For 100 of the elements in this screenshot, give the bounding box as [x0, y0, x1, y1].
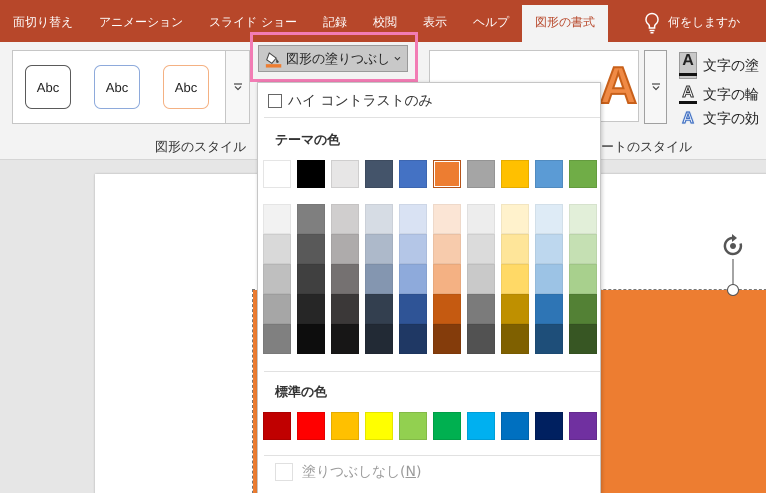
letter-a-icon: A: [679, 52, 697, 79]
ribbon-tab[interactable]: 記録: [310, 5, 360, 42]
color-swatch[interactable]: [501, 160, 529, 188]
color-swatch[interactable]: [399, 324, 427, 354]
color-swatch[interactable]: [501, 412, 529, 440]
color-swatch[interactable]: [365, 204, 393, 234]
color-swatch[interactable]: [365, 234, 393, 264]
color-swatch[interactable]: [297, 204, 325, 234]
color-swatch[interactable]: [433, 160, 461, 188]
color-swatch[interactable]: [331, 234, 359, 264]
lightbulb-icon: [644, 12, 660, 34]
color-swatch[interactable]: [263, 294, 291, 324]
color-swatch[interactable]: [263, 324, 291, 354]
color-swatch[interactable]: [569, 234, 597, 264]
color-swatch[interactable]: [501, 204, 529, 234]
color-swatch[interactable]: [365, 264, 393, 294]
color-swatch[interactable]: [535, 234, 563, 264]
caret-icon: [394, 56, 401, 61]
color-swatch[interactable]: [365, 324, 393, 354]
color-swatch[interactable]: [331, 412, 359, 440]
color-swatch[interactable]: [467, 204, 495, 234]
color-swatch[interactable]: [501, 234, 529, 264]
group-label: 図形のスタイル: [154, 139, 247, 156]
color-swatch[interactable]: [467, 234, 495, 264]
high-contrast-checkbox[interactable]: ハイ コントラストのみ: [268, 91, 600, 111]
section-heading: 標準の色: [275, 384, 328, 401]
text-outline-button[interactable]: A 文字の輪: [679, 85, 759, 104]
tell-me-button[interactable]: 何をしますか: [638, 5, 746, 42]
color-swatch[interactable]: [569, 294, 597, 324]
color-swatch[interactable]: [297, 294, 325, 324]
shape-fill-button[interactable]: 図形の塗りつぶし: [258, 45, 408, 72]
color-swatch[interactable]: [467, 294, 495, 324]
color-swatch[interactable]: [263, 204, 291, 234]
color-swatch[interactable]: [535, 204, 563, 234]
color-swatch[interactable]: [365, 412, 393, 440]
color-swatch[interactable]: [467, 412, 495, 440]
color-swatch[interactable]: [569, 324, 597, 354]
color-swatch[interactable]: [331, 294, 359, 324]
ribbon-tab[interactable]: ヘルプ: [460, 5, 522, 42]
color-swatch[interactable]: [365, 294, 393, 324]
color-swatch[interactable]: [263, 234, 291, 264]
ribbon-tab[interactable]: 面切り替え: [0, 5, 86, 42]
ribbon-tab[interactable]: 図形の書式: [522, 5, 608, 42]
section-heading: テーマの色: [275, 132, 341, 149]
color-swatch[interactable]: [569, 204, 597, 234]
ribbon-tab[interactable]: 表示: [410, 5, 460, 42]
color-swatch[interactable]: [297, 264, 325, 294]
color-swatch[interactable]: [467, 160, 495, 188]
color-swatch[interactable]: [433, 324, 461, 354]
color-swatch[interactable]: [399, 234, 427, 264]
color-swatch[interactable]: [433, 234, 461, 264]
color-swatch[interactable]: [365, 160, 393, 188]
color-swatch[interactable]: [263, 264, 291, 294]
color-swatch[interactable]: [263, 160, 291, 188]
color-swatch[interactable]: [501, 324, 529, 354]
color-swatch[interactable]: [297, 160, 325, 188]
rotation-handle[interactable]: [721, 234, 745, 285]
color-swatch[interactable]: [569, 412, 597, 440]
more-icon: [650, 83, 660, 91]
letter-a-icon: A: [679, 111, 697, 127]
shape-style-swatch[interactable]: Abc: [94, 65, 140, 109]
color-swatch[interactable]: [399, 412, 427, 440]
color-swatch[interactable]: [535, 160, 563, 188]
color-swatch[interactable]: [501, 264, 529, 294]
color-swatch[interactable]: [433, 204, 461, 234]
color-swatch[interactable]: [331, 264, 359, 294]
color-swatch[interactable]: [331, 204, 359, 234]
color-swatch[interactable]: [535, 324, 563, 354]
color-swatch[interactable]: [399, 204, 427, 234]
color-swatch[interactable]: [399, 264, 427, 294]
checkbox-icon: [275, 463, 293, 481]
resize-handle[interactable]: [727, 284, 739, 296]
color-swatch[interactable]: [433, 412, 461, 440]
color-swatch[interactable]: [535, 264, 563, 294]
gallery-more-button[interactable]: [225, 51, 249, 123]
color-swatch[interactable]: [467, 324, 495, 354]
ribbon-tab[interactable]: アニメーション: [86, 5, 196, 42]
color-swatch[interactable]: [297, 324, 325, 354]
text-effects-button[interactable]: A 文字の効: [679, 110, 759, 128]
color-swatch[interactable]: [297, 412, 325, 440]
color-swatch[interactable]: [331, 324, 359, 354]
color-swatch[interactable]: [569, 160, 597, 188]
color-swatch[interactable]: [399, 294, 427, 324]
color-swatch[interactable]: [569, 264, 597, 294]
shape-style-swatch[interactable]: Abc: [163, 65, 209, 109]
color-swatch[interactable]: [399, 160, 427, 188]
text-fill-button[interactable]: A 文字の塗: [679, 52, 759, 79]
color-swatch[interactable]: [433, 294, 461, 324]
shape-style-swatch[interactable]: Abc: [25, 65, 71, 109]
color-swatch[interactable]: [331, 160, 359, 188]
color-swatch[interactable]: [263, 412, 291, 440]
color-swatch[interactable]: [501, 294, 529, 324]
gallery-more-button[interactable]: [644, 50, 667, 124]
ribbon-tab[interactable]: 校閲: [360, 5, 410, 42]
ribbon-tab[interactable]: スライド ショー: [196, 5, 310, 42]
color-swatch[interactable]: [535, 412, 563, 440]
color-swatch[interactable]: [467, 264, 495, 294]
color-swatch[interactable]: [297, 234, 325, 264]
color-swatch[interactable]: [535, 294, 563, 324]
color-swatch[interactable]: [433, 264, 461, 294]
